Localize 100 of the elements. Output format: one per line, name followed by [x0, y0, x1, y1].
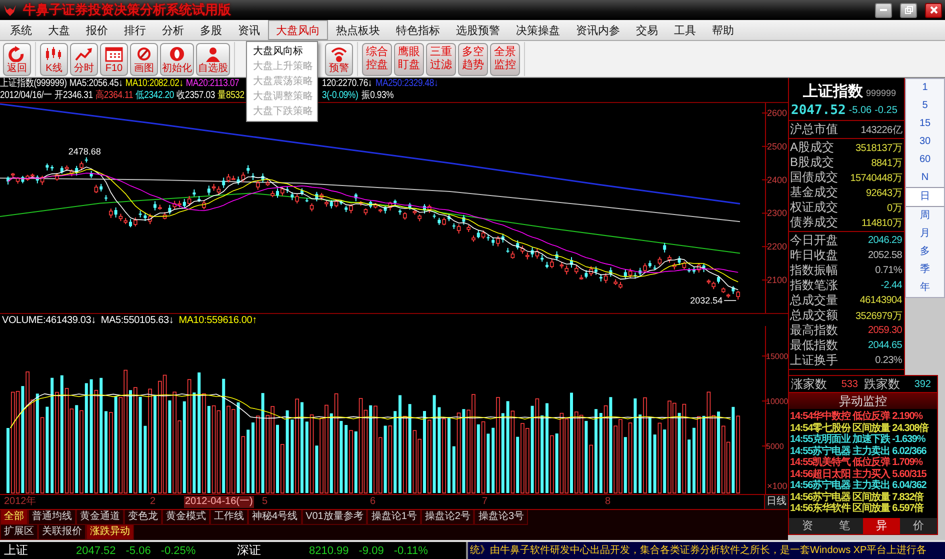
stat-value: 114810万	[861, 216, 902, 230]
toolbar-button[interactable]: 多空趋势	[458, 42, 488, 76]
menu-item[interactable]: 帮助	[704, 20, 742, 40]
stat-label: 最高指数	[790, 322, 838, 339]
indicator-tab[interactable]: 黄金通道	[76, 510, 124, 525]
restore-icon	[904, 6, 912, 14]
menu-item[interactable]: 资讯	[230, 20, 268, 40]
indicator-value: MA20:2113.07	[186, 78, 240, 90]
indicator-tab[interactable]: 普通均线	[28, 510, 76, 525]
indicator-tab[interactable]: 涨跌异动	[86, 525, 134, 540]
alert-line: 14:56东华软件 区间放量 6.597倍	[789, 503, 925, 514]
axis-label: 15000	[766, 352, 788, 362]
toolbar-button[interactable]: F10	[100, 42, 128, 76]
period-button[interactable]: N	[906, 169, 944, 187]
toolbar-button[interactable]: 综合控盘	[362, 42, 392, 76]
period-button[interactable]: 30	[906, 133, 944, 151]
indicator-tab[interactable]: V01放量参考	[302, 510, 368, 525]
stat-label: A股成交	[790, 139, 834, 156]
period-button[interactable]: 5	[906, 97, 944, 115]
indicator-tab[interactable]: 操盘论2号	[420, 510, 474, 525]
toolbar-button[interactable]: 鹰眼盯盘	[394, 42, 424, 76]
indicator-tab[interactable]: 神秘4号线	[248, 510, 302, 525]
period-button[interactable]: 1	[906, 79, 944, 97]
alert-tab[interactable]: 资	[789, 518, 826, 534]
menu-item[interactable]: 工具	[666, 20, 704, 40]
period-button[interactable]: 多	[906, 243, 944, 261]
indicator-tab[interactable]: 工作线	[210, 510, 248, 525]
restore-button[interactable]	[900, 2, 917, 18]
stat-value: 0万	[887, 202, 902, 214]
indicator-tab[interactable]: 全部	[0, 510, 28, 525]
toolbar-button[interactable]: 初始化	[160, 42, 194, 76]
menu-item[interactable]: 交易	[628, 20, 666, 40]
indicator-tab[interactable]: 关联报价	[38, 525, 86, 540]
stat-value: 143226亿	[860, 124, 902, 136]
indicator-tab[interactable]: 黄金模式	[162, 510, 210, 525]
menu-item[interactable]: 分析	[154, 20, 192, 40]
alert-line: 14:56超日太阳 主力买入 5.60/315	[789, 468, 928, 480]
toolbar-button[interactable]: 自选股	[196, 42, 230, 76]
indicator-value: 低2342.20	[136, 90, 174, 102]
close-button[interactable]	[925, 2, 942, 18]
indicator-tab[interactable]: 操盘论1号	[367, 510, 421, 525]
period-button[interactable]: 15	[906, 115, 944, 133]
candlestick-icon	[44, 46, 64, 62]
period-button[interactable]: 年	[906, 279, 944, 297]
circle-icon	[167, 46, 187, 62]
menu-item[interactable]: 决策操盘	[508, 20, 568, 40]
indicator-value: MA10:559616.00↑	[178, 314, 257, 326]
period-button[interactable]: 日	[906, 187, 944, 207]
stat-label: 总成交额	[790, 307, 838, 324]
menu-item[interactable]: 报价	[78, 20, 116, 40]
alerts-header: 异动监控	[789, 393, 937, 409]
stat-value: 2059.30	[868, 325, 902, 336]
indicator-tab[interactable]: 变色龙	[124, 510, 162, 525]
menu-item[interactable]: 系统	[2, 20, 40, 40]
indicator-tab[interactable]: 操盘论3号	[474, 510, 528, 525]
indicator-value: MA250:2329.48↓	[376, 78, 438, 90]
index-name: 上证	[4, 542, 29, 559]
menu-item[interactable]: 热点板块	[328, 20, 388, 40]
alert-tab[interactable]: 笔	[826, 518, 863, 534]
alert-tab[interactable]: 异	[863, 518, 900, 534]
alert-line: 14:56苏宁电器 区间放量 7.832倍	[789, 492, 925, 502]
cursor-date-label: 2012-04-16(一)	[184, 496, 254, 508]
minimize-button[interactable]	[875, 2, 892, 18]
indicator-tab[interactable]: 扩展区	[0, 525, 38, 540]
stat-label: 昨日收盘	[790, 247, 838, 264]
stat-label: 上证换手	[790, 352, 838, 369]
toolbar-button[interactable]: 分时	[70, 42, 98, 76]
stat-value: 392	[913, 378, 932, 390]
date-label: 5	[262, 496, 268, 508]
menu-item[interactable]: 多股	[192, 20, 230, 40]
menu-item[interactable]: 大盘	[40, 20, 78, 40]
toolbar-button[interactable]: 返回	[3, 42, 31, 76]
period-button[interactable]: 周	[906, 207, 944, 225]
indicator-value: VOLUME:461439.03↓	[2, 314, 96, 326]
toolbar-button[interactable]: K线	[40, 42, 68, 76]
indicator-value: 3(-0.09%)	[322, 90, 358, 102]
menu-item[interactable]: 特色指标	[388, 20, 448, 40]
axis-label: 5000	[766, 442, 784, 452]
menu-item[interactable]: 排行	[116, 20, 154, 40]
toolbar-button[interactable]: 全景监控	[490, 42, 520, 76]
toolbar-button[interactable]: 三重过滤	[426, 42, 456, 76]
toolbar-button[interactable]: 预警	[325, 42, 353, 76]
menu-item[interactable]: 大盘风向	[268, 20, 328, 40]
period-button[interactable]: 60	[906, 151, 944, 169]
stat-value: 2044.65	[868, 340, 902, 351]
menu-item[interactable]: 资讯内参	[568, 20, 628, 40]
stat-value: 92643万	[866, 186, 902, 200]
trend-arrow-icon	[74, 46, 94, 62]
toolbar-button[interactable]: 画图	[130, 42, 158, 76]
index-name: 深证	[237, 542, 262, 559]
date-label: 7	[482, 496, 488, 508]
dropdown-item[interactable]: 大盘风向标	[247, 44, 317, 59]
period-button[interactable]: 季	[906, 261, 944, 279]
index-value: 8210.99	[309, 544, 349, 556]
period-button[interactable]: 月	[906, 225, 944, 243]
indicator-value: MA10:2082.02↓	[125, 78, 184, 90]
menu-item[interactable]: 选股预警	[448, 20, 508, 40]
alert-tab[interactable]: 价	[900, 518, 937, 534]
date-label: 8	[605, 496, 611, 508]
date-label: 6	[370, 496, 376, 508]
